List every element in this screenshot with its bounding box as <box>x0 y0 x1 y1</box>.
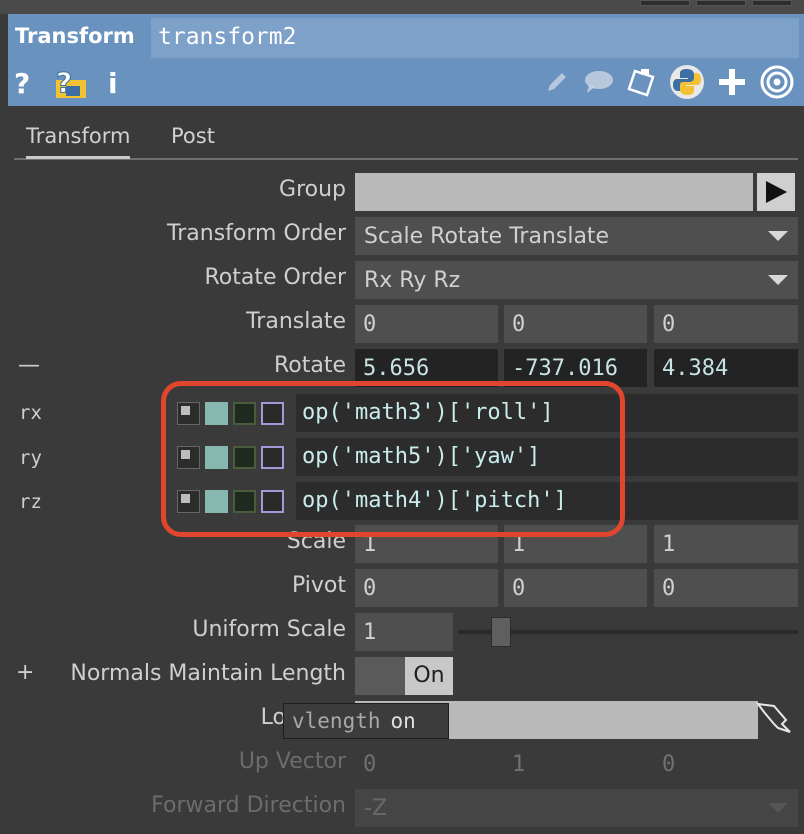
forward-direction-label: Forward Direction <box>151 793 346 818</box>
uniform-scale-label: Uniform Scale <box>192 617 346 642</box>
up-vector-z-field: 0 <box>654 745 798 783</box>
info-icon[interactable]: i <box>104 66 124 98</box>
svg-text:?: ? <box>56 66 72 98</box>
rotate-z-field[interactable]: 4.384 <box>654 349 798 387</box>
pivot-z-field[interactable]: 0 <box>654 569 798 607</box>
rotate-order-value: Rx Ry Rz <box>364 268 461 293</box>
tab-transform[interactable]: Transform <box>26 124 131 159</box>
normals-maintain-length-toggle[interactable]: On <box>355 657 453 695</box>
transform-order-dropdown[interactable]: Scale Rotate Translate <box>355 217 798 255</box>
tooltip-param-value: on <box>390 709 416 733</box>
help-python-icon[interactable]: ? <box>52 66 88 98</box>
translate-y-field[interactable]: 0 <box>504 305 647 343</box>
play-arrow-icon <box>766 181 787 203</box>
python-icon[interactable] <box>668 65 706 99</box>
target-icon[interactable] <box>758 65 796 99</box>
strip-segment <box>696 0 746 6</box>
ry-label: ry <box>19 447 42 469</box>
svg-text:i: i <box>108 67 118 97</box>
pivot-x-field[interactable]: 0 <box>355 569 498 607</box>
pencil-icon[interactable] <box>542 66 572 98</box>
chevron-down-icon <box>768 275 788 285</box>
plus-icon[interactable] <box>716 66 748 98</box>
normals-expand-toggle[interactable]: + <box>16 660 40 685</box>
forward-direction-value: -Z <box>364 796 388 821</box>
chevron-down-icon <box>768 231 788 241</box>
normals-maintain-length-label: Normals Maintain Length <box>70 661 346 686</box>
toggle-on-state: On <box>405 657 453 695</box>
drag-arrow-icon[interactable] <box>755 698 796 736</box>
uniform-scale-field[interactable]: 1 <box>355 613 453 651</box>
scale-z-field[interactable]: 1 <box>654 525 798 563</box>
transform-order-label: Transform Order <box>167 221 346 246</box>
svg-text:?: ? <box>14 67 30 97</box>
up-vector-label: Up Vector <box>238 749 346 774</box>
window-top-strip <box>0 0 804 14</box>
rotate-order-dropdown[interactable]: Rx Ry Rz <box>355 261 798 299</box>
group-menu-button[interactable] <box>757 173 795 211</box>
pivot-y-field[interactable]: 0 <box>504 569 647 607</box>
group-field[interactable] <box>355 173 753 211</box>
strip-segment <box>752 0 792 6</box>
rotate-collapse-toggle[interactable]: — <box>18 353 48 378</box>
rotate-order-label: Rotate Order <box>204 265 346 290</box>
up-vector-y-field: 1 <box>504 745 647 783</box>
clipboard-icon[interactable] <box>626 66 660 98</box>
parameter-tooltip: vlength on <box>283 703 449 739</box>
pivot-label: Pivot <box>291 573 346 598</box>
translate-x-field[interactable]: 0 <box>355 305 498 343</box>
comment-icon[interactable] <box>582 66 616 98</box>
parameter-tabs: Transform Post <box>14 118 798 160</box>
forward-direction-dropdown: -Z <box>355 789 798 827</box>
parameter-header: Transform transform2 ? ? i <box>8 14 804 106</box>
transform-order-value: Scale Rotate Translate <box>364 224 610 249</box>
group-label: Group <box>279 177 346 202</box>
operator-name-field[interactable]: transform2 <box>151 18 799 58</box>
rotate-label: Rotate <box>273 353 346 378</box>
operator-type: Transform <box>15 24 135 48</box>
tab-post[interactable]: Post <box>171 124 215 148</box>
up-vector-x-field: 0 <box>355 745 498 783</box>
strip-segment <box>640 0 690 6</box>
uniform-scale-slider-handle[interactable] <box>490 617 511 647</box>
translate-label: Translate <box>246 309 346 334</box>
rz-label: rz <box>19 491 42 513</box>
highlight-annotation <box>161 381 625 537</box>
look-at-label: Lo <box>260 705 286 730</box>
question-icon[interactable]: ? <box>12 66 34 98</box>
tooltip-param-name: vlength <box>292 709 381 733</box>
rx-label: rx <box>19 402 42 424</box>
chevron-down-icon <box>768 803 788 813</box>
translate-z-field[interactable]: 0 <box>654 305 798 343</box>
